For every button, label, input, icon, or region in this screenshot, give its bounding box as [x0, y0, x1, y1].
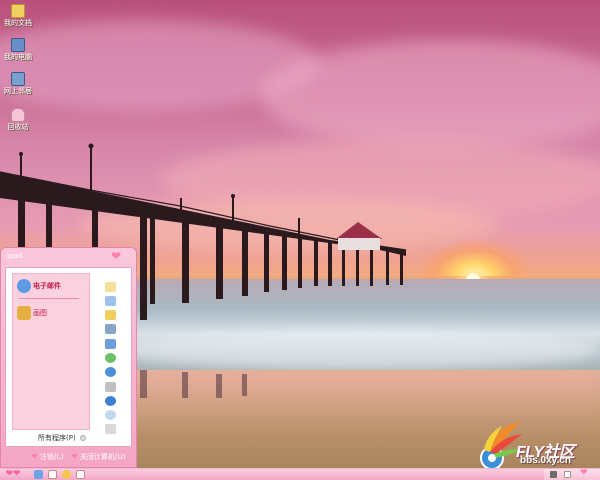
- heart-icon: ❤: [580, 468, 588, 478]
- explorer-icon[interactable]: [76, 470, 85, 479]
- volume-tray-icon[interactable]: [564, 471, 571, 478]
- computer-icon[interactable]: [105, 324, 116, 334]
- pier-building-roof: [336, 222, 382, 239]
- printer-icon[interactable]: [105, 382, 116, 392]
- start-menu-item-label: 电子邮件: [33, 282, 61, 290]
- folder-icon[interactable]: [105, 310, 116, 320]
- desktop-icon-network[interactable]: 网上邻居: [2, 72, 34, 95]
- paint-icon: [17, 306, 31, 320]
- heart-icon: ❤: [111, 249, 122, 263]
- network-icon[interactable]: [105, 353, 116, 363]
- media-player-icon[interactable]: [62, 470, 71, 479]
- logoff-button[interactable]: ❤ 注销(L): [31, 450, 63, 464]
- logoff-label: 注销(L): [39, 453, 64, 461]
- start-menu-item-paint[interactable]: 画图: [17, 305, 47, 321]
- all-programs-label: 所有程序(P): [38, 434, 76, 442]
- ie-icon[interactable]: [34, 470, 43, 479]
- folder-icon: [11, 4, 25, 18]
- shutdown-button[interactable]: ❤ 关闭计算机(U): [71, 450, 126, 464]
- recent-documents-icon[interactable]: [105, 296, 116, 306]
- start-menu-item-email[interactable]: 电子邮件: [17, 278, 61, 294]
- start-menu-username: ipad: [7, 252, 23, 260]
- start-button[interactable]: ❤❤: [2, 469, 24, 480]
- start-menu-body: 电子邮件 画图 所有程序(P): [5, 267, 132, 447]
- taskbar: ❤❤ ❤: [0, 468, 600, 480]
- pier-building: [338, 238, 380, 250]
- start-menu: ipad ❤ 电子邮件 画图 所有程序(P) ❤ 注销(L) ❤ 关闭计算机(U…: [0, 247, 137, 468]
- heart-icon: ❤: [31, 452, 38, 461]
- desktop-icon-label: 我的文档: [4, 19, 32, 27]
- run-icon[interactable]: [105, 424, 116, 434]
- control-panel-icon[interactable]: [105, 339, 116, 349]
- pier-reflection: [140, 370, 247, 398]
- desktop-icon-label: 回收站: [7, 123, 29, 131]
- desktop-icon-label: 网上邻居: [4, 87, 32, 95]
- desktop-icon-my-computer[interactable]: 我的电脑: [2, 38, 34, 61]
- all-programs-button[interactable]: 所有程序(P): [38, 433, 86, 443]
- documents-icon[interactable]: [105, 282, 116, 292]
- start-menu-separator: [19, 298, 79, 299]
- internet-icon[interactable]: [105, 367, 116, 377]
- system-tray: ❤: [544, 468, 600, 480]
- shutdown-label: 关闭计算机(U): [79, 453, 126, 461]
- start-menu-footer: ❤ 注销(L) ❤ 关闭计算机(U): [1, 450, 136, 466]
- heart-icon: ❤: [71, 452, 78, 461]
- network-icon: [11, 72, 25, 86]
- search-icon[interactable]: [105, 410, 116, 420]
- desktop-icon-recycle-bin[interactable]: 回收站: [2, 108, 34, 131]
- start-menu-item-label: 画图: [33, 309, 47, 317]
- arrow-icon: [79, 435, 86, 441]
- start-menu-programs-pane: 电子邮件 画图: [12, 273, 90, 430]
- show-desktop-icon[interactable]: [48, 470, 57, 479]
- desktop-icon-label: 我的电脑: [4, 53, 32, 61]
- computer-icon: [11, 38, 25, 52]
- help-icon[interactable]: [105, 396, 116, 406]
- network-tray-icon[interactable]: [550, 471, 557, 478]
- recycle-bin-icon: [11, 108, 25, 122]
- mail-icon: [17, 279, 31, 293]
- watermark-url: bbs.0xy.cn: [520, 455, 571, 466]
- desktop-icon-my-documents[interactable]: 我的文档: [2, 4, 34, 27]
